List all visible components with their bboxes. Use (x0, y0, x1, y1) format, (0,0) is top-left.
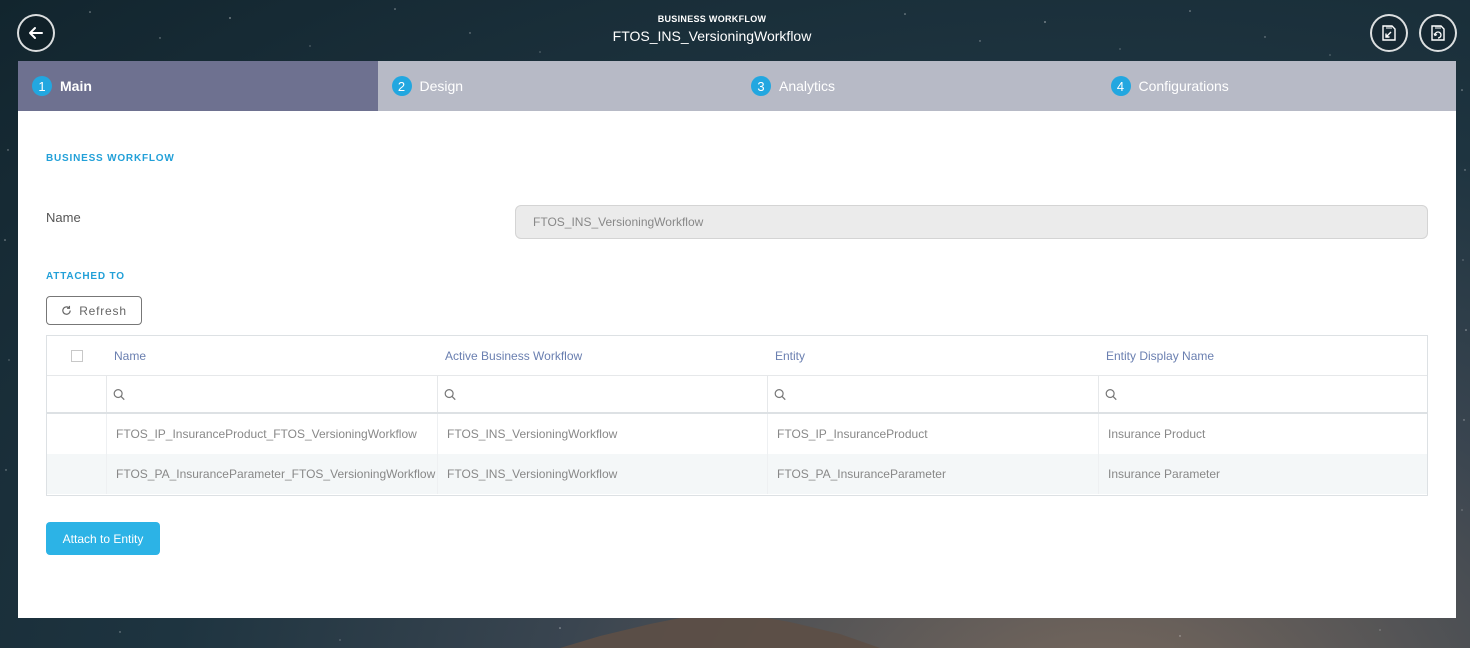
cell-active-business-workflow: FTOS_INS_VersioningWorkflow (437, 414, 767, 454)
tab-configurations[interactable]: 4 Configurations (1097, 61, 1457, 111)
tab-analytics[interactable]: 3 Analytics (737, 61, 1097, 111)
filter-input-entity[interactable] (790, 375, 1098, 413)
export-file-icon (1382, 25, 1396, 41)
table-row[interactable]: FTOS_IP_InsuranceProduct_FTOS_Versioning… (47, 414, 1427, 454)
section-title-business-workflow: BUSINESS WORKFLOW (46, 153, 175, 164)
cell-name: FTOS_PA_InsuranceParameter_FTOS_Versioni… (106, 454, 437, 494)
attach-to-entity-button[interactable]: Attach to Entity (46, 522, 160, 555)
page-subtitle: BUSINESS WORKFLOW (657, 14, 767, 24)
tab-label: Analytics (779, 78, 836, 94)
select-all-cell (47, 336, 106, 375)
row-select-cell (47, 414, 106, 454)
filter-cell-active-business-workflow (437, 375, 767, 413)
filter-cell-entity (767, 375, 1098, 413)
tab-number: 1 (32, 76, 52, 96)
column-header-entity[interactable]: Entity (767, 336, 1098, 375)
cell-active-business-workflow: FTOS_INS_VersioningWorkflow (437, 454, 767, 494)
top-bar: BUSINESS WORKFLOW FTOS_INS_VersioningWor… (0, 0, 1470, 62)
main-panel: BUSINESS WORKFLOW Name ATTACHED TO Refre… (18, 111, 1456, 618)
cell-entity: FTOS_PA_InsuranceParameter (767, 454, 1098, 494)
refresh-label: Refresh (79, 303, 127, 318)
filter-input-active-business-workflow[interactable] (460, 375, 767, 413)
search-icon (1105, 388, 1117, 400)
column-header-entity-display-name[interactable]: Entity Display Name (1098, 336, 1427, 375)
row-select-cell (47, 454, 106, 494)
filter-input-name[interactable] (129, 375, 437, 413)
search-icon (113, 388, 125, 400)
column-header-name[interactable]: Name (106, 336, 437, 375)
filter-input-entity-display-name[interactable] (1121, 375, 1427, 413)
cell-entity-display-name: Insurance Product (1098, 414, 1427, 454)
tab-main[interactable]: 1 Main (18, 61, 378, 111)
cell-entity: FTOS_IP_InsuranceProduct (767, 414, 1098, 454)
tab-design[interactable]: 2 Design (378, 61, 738, 111)
refresh-icon (62, 305, 71, 315)
cell-entity-display-name: Insurance Parameter (1098, 454, 1427, 494)
page-title-block: BUSINESS WORKFLOW FTOS_INS_VersioningWor… (0, 14, 1424, 44)
tab-number: 4 (1110, 76, 1131, 96)
cell-name: FTOS_IP_InsuranceProduct_FTOS_Versioning… (106, 414, 437, 454)
tab-label: Configurations (1138, 78, 1229, 94)
table-header-row: Name Active Business Workflow Entity Ent… (47, 336, 1427, 376)
refresh-button[interactable]: Refresh (46, 296, 142, 325)
search-icon (774, 388, 786, 400)
table-row[interactable]: FTOS_PA_InsuranceParameter_FTOS_Versioni… (47, 454, 1427, 494)
attached-entities-table: Name Active Business Workflow Entity Ent… (46, 335, 1428, 496)
table-filter-row (47, 375, 1427, 414)
export-button[interactable] (1370, 14, 1408, 52)
tab-label: Design (419, 78, 464, 94)
name-label: Name (46, 210, 81, 225)
tab-number: 2 (391, 76, 412, 96)
import-button[interactable] (1419, 14, 1457, 52)
import-file-icon (1431, 25, 1445, 41)
filter-cell-entity-display-name (1098, 375, 1427, 413)
filter-spacer (47, 376, 106, 412)
section-title-attached-to: ATTACHED TO (46, 271, 125, 282)
column-header-active-business-workflow[interactable]: Active Business Workflow (437, 336, 767, 375)
search-icon (444, 388, 456, 400)
name-field[interactable] (515, 205, 1428, 239)
page-title: FTOS_INS_VersioningWorkflow (612, 28, 812, 44)
tab-bar: 1 Main 2 Design 3 Analytics 4 Configurat… (18, 61, 1456, 111)
select-all-checkbox[interactable] (70, 349, 83, 362)
filter-cell-name (106, 375, 437, 413)
tab-label: Main (60, 78, 92, 94)
tab-number: 3 (751, 76, 771, 96)
